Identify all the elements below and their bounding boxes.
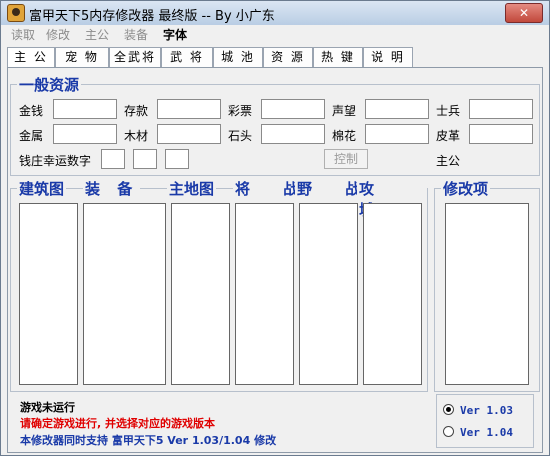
tab-hotkeys[interactable]: 热 键 [313,47,363,67]
tab-strip: 主 公 宠 物 全武将 武 将 城 池 资 源 热 键 说 明 [7,47,541,68]
tab-pets[interactable]: 宠 物 [55,47,109,67]
tab-all-generals[interactable]: 全武将 [109,47,161,67]
lord-panel: 一般资源 金钱 存款 彩票 声望 士兵 金属 木材 石头 棉花 皮革 钱庄幸运数… [7,67,543,453]
version-label-1-04: Ver 1.04 [460,426,513,439]
luck-digit-1[interactable] [101,149,125,169]
version-radio-1-03[interactable]: Ver 1.03 [443,403,513,417]
label-cotton: 棉花 [332,129,357,143]
list-header-building: 建筑图 [17,178,67,199]
money-field[interactable] [53,99,117,119]
stone-field[interactable] [261,124,325,144]
tab-resources[interactable]: 资 源 [263,47,313,67]
label-lord: 主公 [436,154,461,168]
menu-read[interactable]: 读取 [11,26,35,43]
wood-field[interactable] [157,124,221,144]
tab-lord[interactable]: 主 公 [7,47,55,68]
version-label-1-03: Ver 1.03 [460,404,513,417]
label-money: 金钱 [19,104,44,118]
lottery-field[interactable] [261,99,325,119]
field-battle-list[interactable] [299,203,358,385]
leather-field[interactable] [469,124,533,144]
fame-field[interactable] [365,99,429,119]
radio-selected-icon [443,404,454,415]
radio-unselected-icon [443,426,454,437]
cotton-field[interactable] [365,124,429,144]
tab-generals[interactable]: 武 将 [161,47,213,67]
label-deposit: 存款 [124,104,149,118]
window-title: 富甲天下5内存修改器 最终版 -- By 小广东 [29,9,275,24]
close-button[interactable]: ✕ [505,3,543,23]
status-game-not-running: 游戏未运行 [20,401,75,414]
modify-items-list[interactable] [445,203,529,385]
building-list[interactable] [19,203,78,385]
menu-font[interactable]: 字体 [163,26,187,43]
status-support-note: 本修改器同时支持 富甲天下5 Ver 1.03/1.04 修改 [20,434,277,447]
deposit-field[interactable] [157,99,221,119]
maps-lists-group: 建筑图 装 备 主地图 将 战 野 战 攻 城 [10,178,428,392]
modify-items-group: 修改项 [434,178,540,392]
label-soldiers: 士兵 [436,104,461,118]
siege-list[interactable] [363,203,422,385]
luck-digit-3[interactable] [165,149,189,169]
label-fame: 声望 [332,104,357,118]
metal-field[interactable] [53,124,117,144]
menu-modify[interactable]: 修改 [46,26,70,43]
modify-items-title: 修改项 [441,178,491,199]
menu-bar: 读取 修改 主公 装备 字体 [1,25,549,43]
general-resources-group: 一般资源 金钱 存款 彩票 声望 士兵 金属 木材 石头 棉花 皮革 钱庄幸运数… [10,74,540,176]
general-resources-title: 一般资源 [17,74,82,95]
main-window: 富甲天下5内存修改器 最终版 -- By 小广东 ✕ 读取 修改 主公 装备 字… [0,0,550,456]
label-wood: 木材 [124,129,149,143]
version-group: Ver 1.03 Ver 1.04 [436,394,534,448]
equipment-list[interactable] [83,203,166,385]
control-button[interactable]: 控制 [324,149,368,169]
label-stone: 石头 [228,129,253,143]
tab-help[interactable]: 说 明 [363,47,413,67]
app-icon [7,4,25,22]
label-lottery: 彩票 [228,104,253,118]
label-luck-number: 钱庄幸运数字 [19,154,92,168]
soldiers-field[interactable] [469,99,533,119]
label-metal: 金属 [19,129,44,143]
label-leather: 皮革 [436,129,461,143]
list-header-main-map: 主地图 [167,178,217,199]
general-battle-list[interactable] [235,203,294,385]
luck-digit-2[interactable] [133,149,157,169]
tab-cities[interactable]: 城 池 [213,47,263,67]
menu-lord[interactable]: 主公 [85,26,109,43]
status-instruction: 请确定游戏进行, 并选择对应的游戏版本 [20,417,216,430]
title-bar: 富甲天下5内存修改器 最终版 -- By 小广东 ✕ [1,1,549,26]
main-map-list[interactable] [171,203,230,385]
version-radio-1-04[interactable]: Ver 1.04 [443,425,513,439]
menu-equipment[interactable]: 装备 [124,26,148,43]
list-header-equipment: 装 备 [83,178,141,199]
